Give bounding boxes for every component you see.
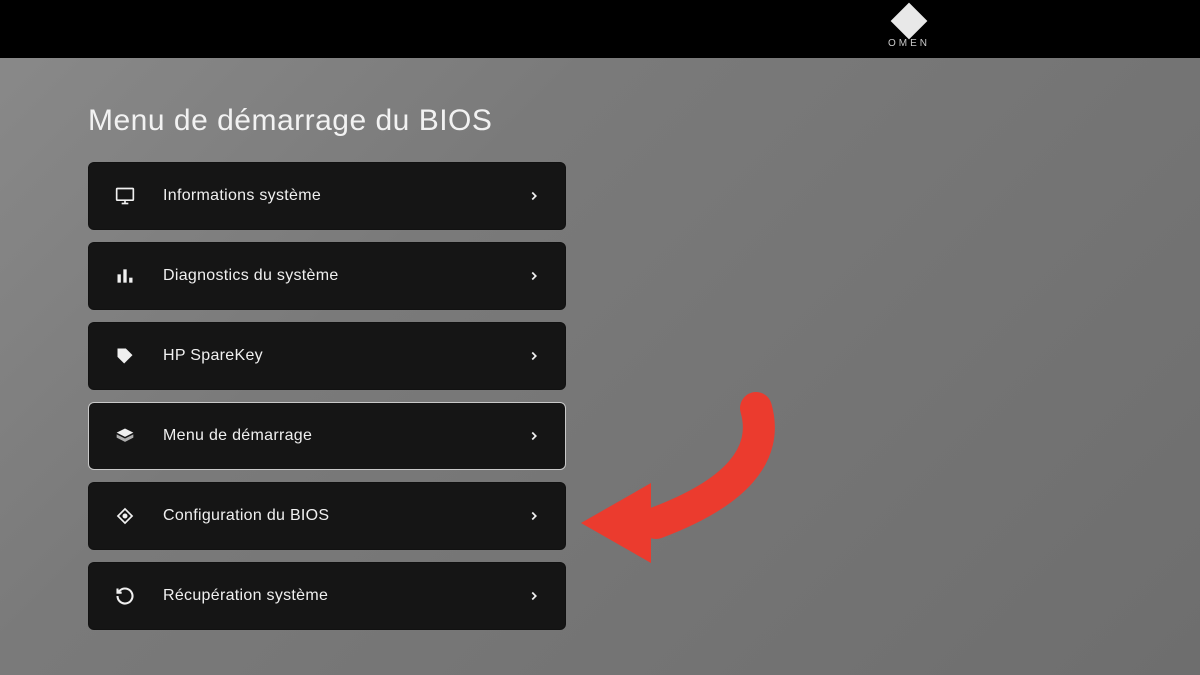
refresh-icon xyxy=(115,586,135,606)
menu-item-label: Diagnostics du système xyxy=(163,267,525,285)
menu-item-bios-config[interactable]: Configuration du BIOS xyxy=(88,482,566,550)
menu-item-label: Récupération système xyxy=(163,587,525,605)
chevron-right-icon xyxy=(525,507,543,525)
content-area: Menu de démarrage du BIOS Informations s… xyxy=(0,58,1200,630)
menu-item-label: Menu de démarrage xyxy=(163,427,525,445)
page-title: Menu de démarrage du BIOS xyxy=(88,104,1200,138)
omen-diamond-icon xyxy=(891,3,928,40)
diamond-icon xyxy=(115,506,135,526)
chart-icon xyxy=(115,266,135,286)
chevron-right-icon xyxy=(525,267,543,285)
layers-icon xyxy=(115,426,135,446)
chevron-right-icon xyxy=(525,187,543,205)
menu-item-diagnostics[interactable]: Diagnostics du système xyxy=(88,242,566,310)
chevron-right-icon xyxy=(525,347,543,365)
bios-menu: Informations système Diagnostics du syst… xyxy=(88,162,566,630)
menu-item-system-info[interactable]: Informations système xyxy=(88,162,566,230)
brand-label: OMEN xyxy=(888,38,930,49)
menu-item-boot-menu[interactable]: Menu de démarrage xyxy=(88,402,566,470)
menu-item-label: HP SpareKey xyxy=(163,347,525,365)
menu-item-sparekey[interactable]: HP SpareKey xyxy=(88,322,566,390)
chevron-right-icon xyxy=(525,427,543,445)
menu-item-label: Informations système xyxy=(163,187,525,205)
tag-icon xyxy=(115,346,135,366)
menu-item-recovery[interactable]: Récupération système xyxy=(88,562,566,630)
topbar: OMEN xyxy=(0,0,1200,58)
menu-item-label: Configuration du BIOS xyxy=(163,507,525,525)
monitor-icon xyxy=(115,186,135,206)
chevron-right-icon xyxy=(525,587,543,605)
brand-logo: OMEN xyxy=(888,8,930,49)
